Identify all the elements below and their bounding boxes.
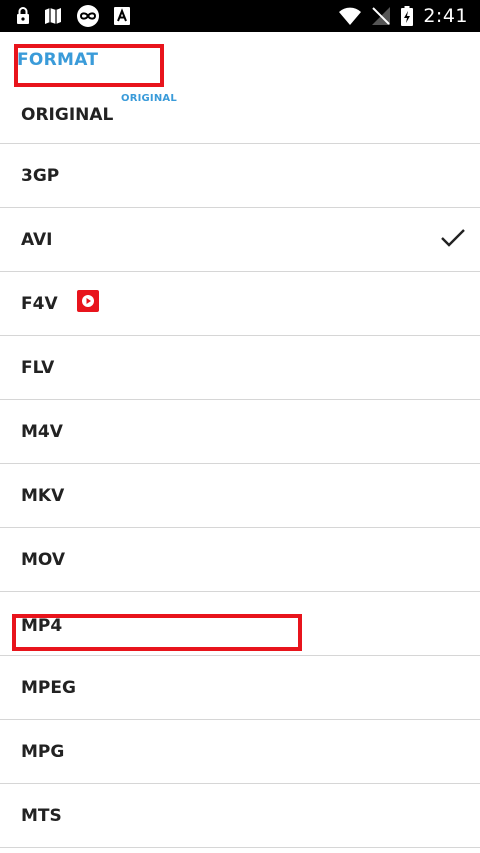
status-bar-right-icons: 2:41 xyxy=(339,0,468,32)
highlight-box-format xyxy=(14,44,164,87)
no-signal-icon xyxy=(371,6,391,26)
option-3gp[interactable]: 3GP xyxy=(0,144,480,208)
status-bar: 2:41 xyxy=(0,0,480,32)
option-label: M4V xyxy=(21,422,63,442)
option-flv[interactable]: FLV xyxy=(0,336,480,400)
format-header[interactable]: FORMAT ORIGINAL ORIGINAL xyxy=(0,32,480,144)
wifi-icon xyxy=(339,7,362,25)
option-f4v[interactable]: F4V xyxy=(0,272,480,336)
battery-charging-icon xyxy=(401,6,414,26)
status-bar-left-icons xyxy=(16,0,130,32)
option-label: 3GP xyxy=(21,166,60,186)
option-mpeg[interactable]: MPEG xyxy=(0,656,480,720)
checkmark-icon xyxy=(440,228,466,253)
play-icon xyxy=(77,290,99,312)
option-label: MPG xyxy=(21,742,65,762)
option-label: MTS xyxy=(21,806,62,826)
option-label: AVI xyxy=(21,230,53,250)
selected-format-value: ORIGINAL xyxy=(121,93,177,104)
lock-icon xyxy=(16,7,30,25)
option-m4v[interactable]: M4V xyxy=(0,400,480,464)
option-mp4[interactable]: MP4 xyxy=(0,592,480,656)
option-avi[interactable]: AVI xyxy=(0,208,480,272)
option-mkv[interactable]: MKV xyxy=(0,464,480,528)
infinity-icon xyxy=(76,4,100,28)
option-mov[interactable]: MOV xyxy=(0,528,480,592)
option-label: F4V xyxy=(21,294,58,314)
format-options-list: 3GP AVI F4V FLV M4V MKV MOV MP4 MPEG MPG… xyxy=(0,144,480,848)
option-original[interactable]: ORIGINAL xyxy=(21,105,113,125)
option-mpg[interactable]: MPG xyxy=(0,720,480,784)
option-mts[interactable]: MTS xyxy=(0,784,480,848)
option-label: MPEG xyxy=(21,678,76,698)
map-icon xyxy=(44,7,62,25)
status-bar-time: 2:41 xyxy=(423,5,468,27)
font-a-icon xyxy=(114,7,130,25)
option-label: MKV xyxy=(21,486,65,506)
option-label: MOV xyxy=(21,550,66,570)
option-label: FLV xyxy=(21,358,55,378)
highlight-box-mp4 xyxy=(12,614,302,651)
